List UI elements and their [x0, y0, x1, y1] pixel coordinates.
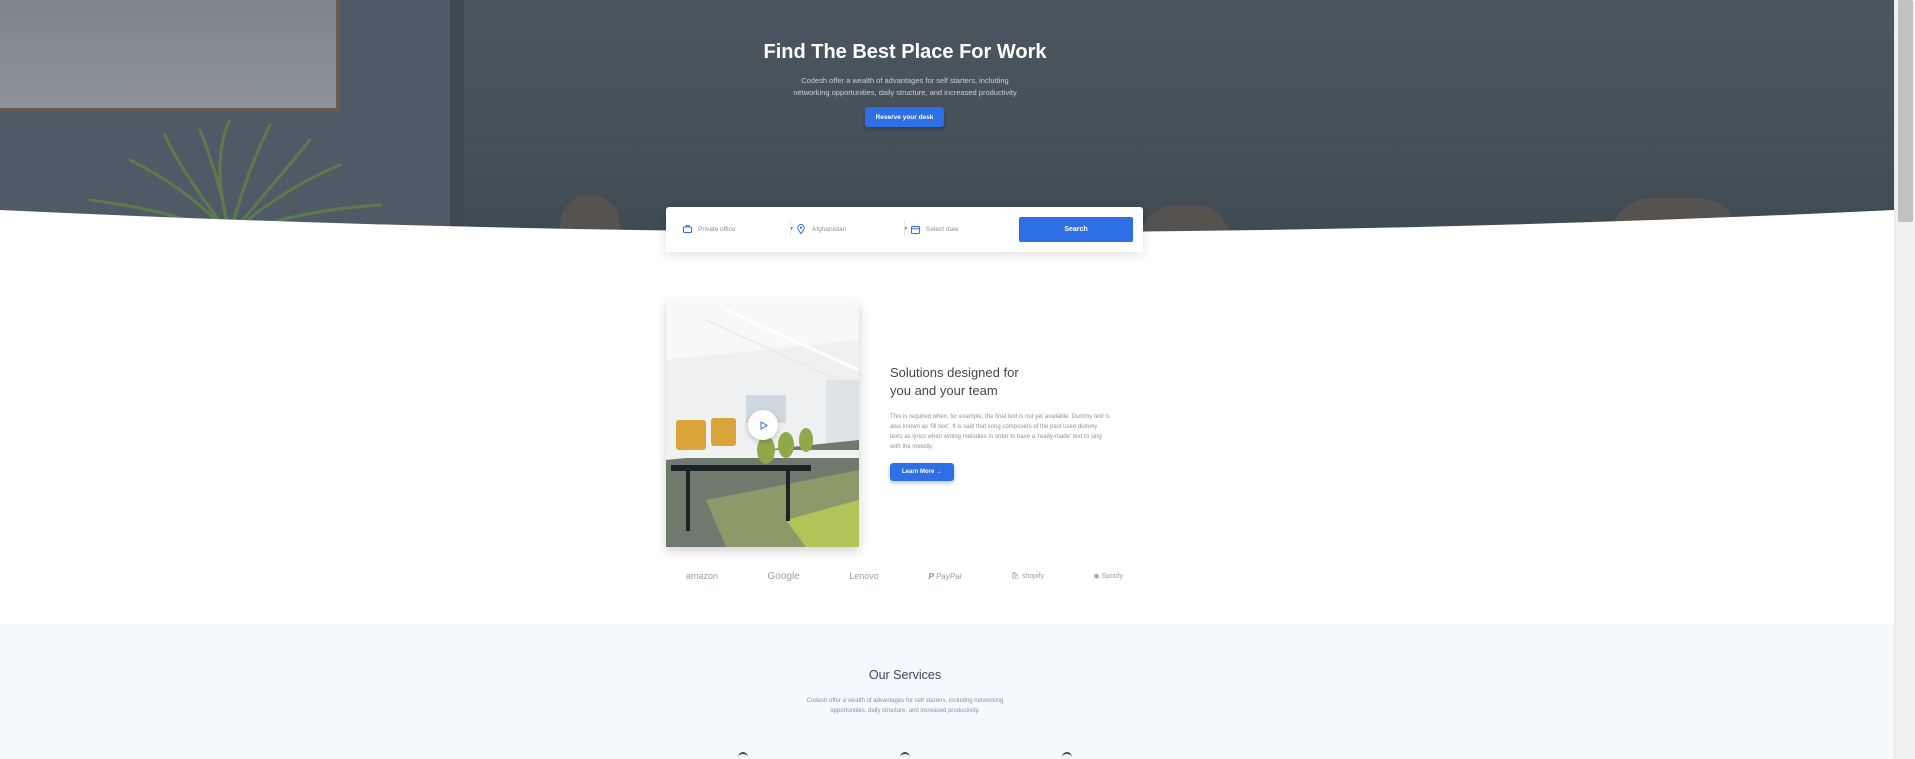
search-button[interactable]: Search	[1019, 217, 1133, 242]
lenovo-logo: Lenovo	[849, 571, 879, 581]
hero-subtitle-line: networking opportunities, daily structur…	[793, 88, 1017, 97]
location-value: Afghanistan	[812, 225, 847, 233]
date-placeholder: Select date	[926, 225, 959, 233]
solutions-text-line: with the melody.	[890, 444, 933, 450]
location-select[interactable]: Afghanistan ▼	[796, 220, 908, 238]
services-subtitle-line: opportunities, daily structure, and incr…	[830, 708, 980, 714]
shopify-bag-icon: 🛍	[1010, 573, 1020, 580]
solutions-text-line: This is required when, for example, the …	[890, 414, 1110, 420]
briefcase-icon	[682, 224, 692, 234]
reserve-desk-button[interactable]: Reserve your desk	[865, 107, 944, 127]
calendar-icon	[910, 224, 920, 234]
play-icon	[760, 420, 768, 430]
shopify-logo: 🛍 shopify	[1010, 572, 1044, 581]
services-subtitle-line: Codesh offer a wealth of advantages for …	[806, 698, 1004, 704]
hero-curve-divider	[0, 210, 1894, 235]
page-scrollbar[interactable]	[1894, 0, 1915, 759]
service-icon	[738, 752, 748, 759]
paypal-logo: 𝙋 PayPal	[928, 571, 962, 581]
divider	[790, 221, 791, 237]
office-video-thumbnail[interactable]	[666, 300, 859, 547]
play-video-button[interactable]	[748, 410, 778, 440]
services-title: Our Services	[868, 668, 942, 682]
solutions-title: Solutions designed for you and your team	[890, 364, 1090, 400]
hero-subtitle: Codesh offer a wealth of advantages for …	[0, 75, 1810, 99]
solutions-description: This is required when, for example, the …	[890, 412, 1140, 452]
google-logo: Google	[767, 570, 800, 582]
services-section	[0, 624, 1894, 759]
service-icon	[1062, 752, 1072, 759]
space-type-value: Private office	[698, 225, 736, 233]
paypal-icon: 𝙋	[928, 571, 935, 581]
scrollbar-thumb[interactable]	[1898, 0, 1913, 222]
hero-section	[0, 0, 1894, 235]
solutions-text-line: texts as lyrics when writing melodies in…	[890, 434, 1102, 440]
hero-subtitle-line: Codesh offer a wealth of advantages for …	[801, 76, 1009, 85]
services-subtitle: Codesh offer a wealth of advantages for …	[0, 696, 1810, 716]
solutions-title-line: you and your team	[890, 383, 998, 398]
divider	[904, 221, 905, 237]
amazon-logo: amazon	[686, 571, 719, 581]
service-icon	[900, 752, 910, 759]
solutions-text-line: also known as 'fill text'. It is said th…	[890, 424, 1098, 430]
spotify-icon: ◉	[1093, 573, 1100, 580]
spotify-logo: ◉ Spotify	[1093, 572, 1123, 581]
hero-title: Find The Best Place For Work	[763, 41, 1047, 63]
search-bar: Private office ▼ Afghanistan ▼ Select da…	[666, 207, 1143, 252]
date-input[interactable]: Select date	[910, 220, 1010, 238]
learn-more-button[interactable]: Learn More →	[890, 463, 954, 481]
solutions-title-line: Solutions designed for	[890, 365, 1019, 380]
map-pin-icon	[796, 224, 806, 234]
partner-logos: amazon Google Lenovo 𝙋 PayPal 🛍 shopify ◉ S…	[666, 568, 1143, 584]
space-type-select[interactable]: Private office ▼	[682, 220, 794, 238]
